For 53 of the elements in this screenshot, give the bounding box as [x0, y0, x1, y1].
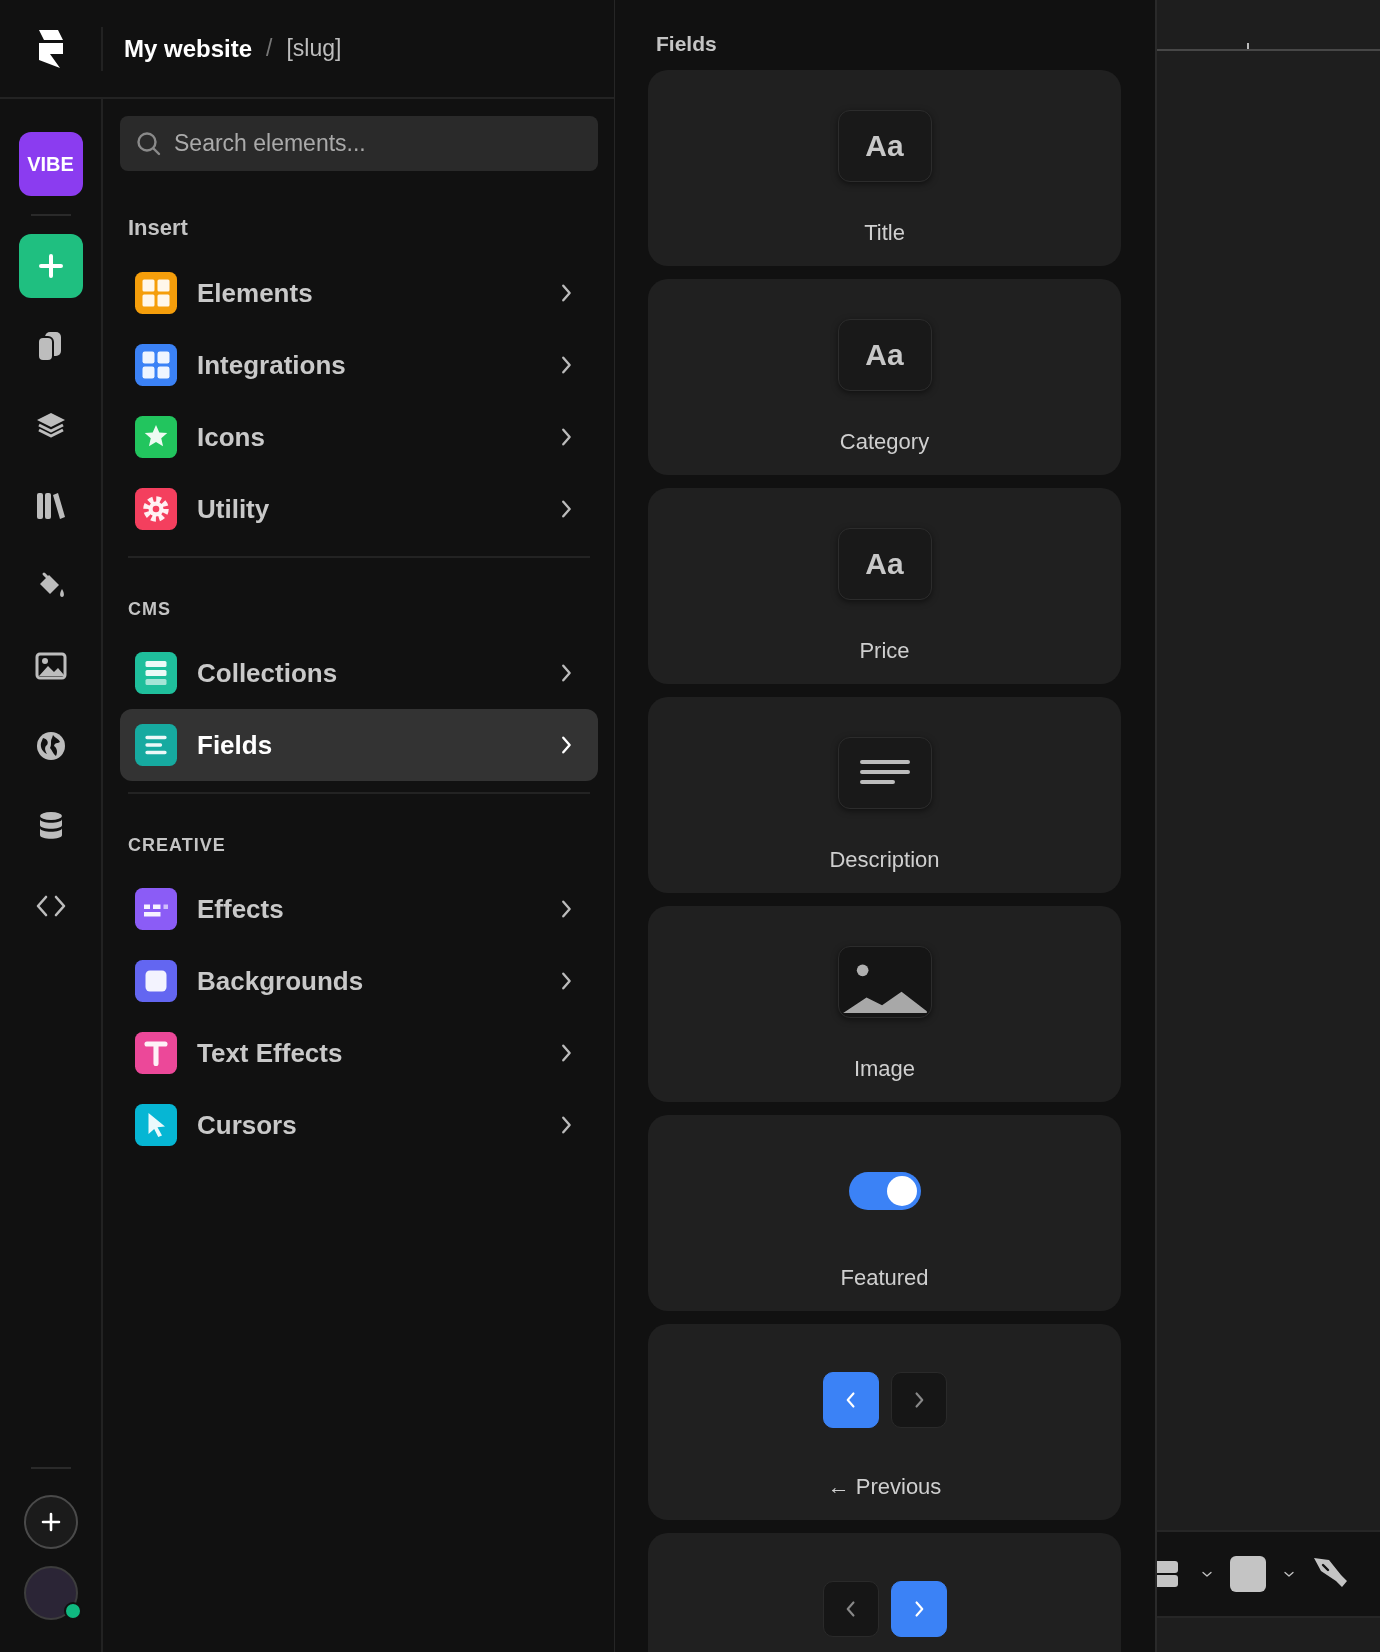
field-card[interactable]: Aa Title: [648, 70, 1121, 266]
card-label: Category: [839, 429, 930, 455]
menu-item[interactable]: Backgrounds: [120, 945, 598, 1017]
text-sample: Aa: [837, 110, 932, 182]
plus-icon: [39, 1511, 62, 1533]
site-name[interactable]: My website: [124, 34, 253, 63]
breadcrumb-separator: /: [266, 35, 273, 62]
menu-item[interactable]: Fields: [120, 709, 598, 781]
field-card[interactable]: Aa Price: [648, 488, 1121, 684]
logo-icon[interactable]: [37, 28, 64, 69]
menu-item[interactable]: Elements: [120, 257, 598, 329]
globe-icon[interactable]: [34, 730, 67, 762]
menu-item[interactable]: Collections: [120, 637, 598, 709]
ruler-tick: [1247, 43, 1249, 49]
search-field[interactable]: Search elements...: [120, 116, 598, 171]
image-icon: [837, 946, 932, 1018]
card-label: Featured: [840, 1265, 929, 1291]
vibe-button[interactable]: VIBE: [18, 132, 83, 196]
field-card[interactable]: Featured: [648, 1115, 1121, 1311]
add-button[interactable]: [18, 234, 83, 298]
panel-title: Fields: [655, 31, 718, 57]
menu-item[interactable]: Utility: [120, 473, 598, 545]
menu-item[interactable]: Cursors: [120, 1089, 598, 1161]
field-card[interactable]: Description: [648, 697, 1121, 893]
menu-item[interactable]: Icons: [120, 401, 598, 473]
search-icon: [136, 131, 162, 157]
field-card[interactable]: Aa Category: [648, 279, 1121, 475]
menu-item[interactable]: Text Effects: [120, 1017, 598, 1089]
square-icon[interactable]: [1229, 1555, 1267, 1593]
avatar[interactable]: [23, 1566, 78, 1620]
previous-button[interactable]: [822, 1372, 879, 1428]
add-button[interactable]: [23, 1495, 78, 1549]
text-sample: Aa: [837, 528, 932, 600]
toggle-switch[interactable]: [848, 1172, 921, 1210]
field-card[interactable]: Image: [648, 906, 1121, 1102]
card-label: Description: [829, 847, 940, 873]
section-heading: CMS: [128, 598, 172, 621]
library-icon[interactable]: [34, 490, 67, 522]
menu-item[interactable]: Integrations: [120, 329, 598, 401]
card-label: Price: [859, 638, 910, 664]
card-label: Image: [853, 1056, 916, 1082]
card-label: ← Previous: [827, 1474, 942, 1500]
field-card[interactable]: ← Previous: [648, 1324, 1121, 1520]
page-name[interactable]: [slug]: [286, 35, 342, 62]
section-heading: CREATIVE: [128, 834, 227, 857]
section-heading: Insert: [128, 214, 189, 242]
image-icon[interactable]: [34, 650, 67, 682]
card-label: Title: [864, 220, 905, 246]
plus-icon: [37, 253, 64, 279]
stack-icon[interactable]: [1157, 1559, 1179, 1589]
menu-item[interactable]: Effects: [120, 873, 598, 945]
text-sample: Aa: [837, 319, 932, 391]
next-button[interactable]: [890, 1581, 947, 1637]
